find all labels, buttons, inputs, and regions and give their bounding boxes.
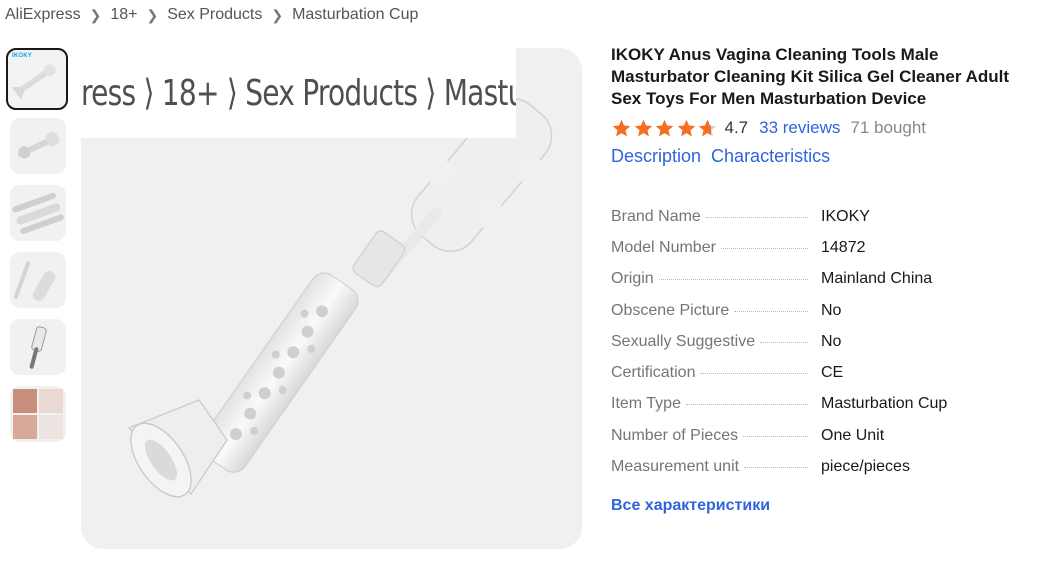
- spec-value: One Unit: [821, 426, 885, 444]
- thumbnail-gallery: IKOKY: [6, 48, 70, 453]
- dotted-leader: [743, 435, 808, 437]
- bought-count: 71 bought: [850, 118, 927, 137]
- spec-label: Brand Name: [611, 207, 701, 225]
- spec-row: Sexually Suggestive No: [611, 326, 1041, 357]
- product-title: IKOKY Anus Vagina Cleaning Tools Male Ma…: [611, 45, 1009, 108]
- reviews-link[interactable]: 33 reviews: [759, 118, 840, 138]
- thumbnail-5[interactable]: [10, 319, 66, 375]
- tab-characteristics[interactable]: Characteristics: [711, 146, 830, 167]
- spec-label: Model Number: [611, 238, 716, 256]
- star-icon: [655, 119, 674, 136]
- rating-row: 4.7 33 reviews 71 bought: [611, 117, 1041, 139]
- dotted-leader: [705, 216, 808, 218]
- spec-label: Number of Pieces: [611, 426, 739, 444]
- spec-label-cell: Origin: [611, 270, 817, 288]
- spec-label-cell: Obscene Picture: [611, 302, 817, 320]
- specs-table: Brand Name IKOKY Model Number 14872 Origin Ma…: [611, 201, 1041, 483]
- spec-value: Masturbation Cup: [821, 395, 948, 413]
- spec-value: 14872: [821, 238, 866, 256]
- dotted-leader: [734, 310, 808, 312]
- spec-row: Certification CE: [611, 357, 1041, 388]
- spec-label-cell: Measurement unit: [611, 458, 817, 476]
- dotted-leader: [720, 247, 808, 249]
- star-icon: [612, 119, 631, 136]
- spec-row: Obscene Picture No: [611, 295, 1041, 326]
- spec-value: No: [821, 332, 842, 350]
- spec-label: Sexually Suggestive: [611, 332, 756, 350]
- star-icon: [677, 119, 695, 136]
- product-tabs: Description Characteristics: [611, 146, 1041, 167]
- breadcrumb-aliexpress[interactable]: AliExpress: [5, 6, 81, 24]
- dotted-leader: [658, 279, 808, 281]
- rating-stars: [611, 118, 719, 139]
- breadcrumb-masturbation-cup[interactable]: Masturbation Cup: [292, 6, 418, 24]
- dotted-leader: [744, 467, 808, 469]
- tab-description[interactable]: Description: [611, 146, 701, 167]
- thumbnail-1[interactable]: IKOKY: [6, 48, 68, 110]
- spec-label: Obscene Picture: [611, 301, 730, 319]
- thumbnail-3[interactable]: [10, 185, 66, 241]
- breadcrumb: AliExpress ❯ 18+ ❯ Sex Products ❯ Mastur…: [5, 5, 418, 25]
- spec-value: IKOKY: [821, 207, 870, 225]
- spec-row: Brand Name IKOKY: [611, 201, 1041, 232]
- dotted-leader: [685, 404, 808, 406]
- spec-label: Item Type: [611, 395, 681, 413]
- spec-label-cell: Item Type: [611, 395, 817, 413]
- main-product-image[interactable]: ress ⟩ 18+ ⟩ Sex Products ⟩ Masturbation…: [81, 48, 582, 549]
- spec-row: Measurement unit piece/pieces: [611, 451, 1041, 482]
- thumbnail-2[interactable]: [10, 118, 66, 174]
- spec-label-cell: Certification: [611, 364, 817, 382]
- breadcrumb-sex-products[interactable]: Sex Products: [167, 6, 262, 24]
- spec-label: Certification: [611, 364, 696, 382]
- spec-value: No: [821, 301, 842, 319]
- spec-row: Origin Mainland China: [611, 264, 1041, 295]
- image-overlay-text: ress ⟩ 18+ ⟩ Sex Products ⟩ Masturbation…: [81, 48, 516, 138]
- spec-value: Mainland China: [821, 270, 933, 288]
- thumbnail-4[interactable]: [10, 252, 66, 308]
- spec-row: Number of Pieces One Unit: [611, 420, 1041, 451]
- breadcrumb-18plus[interactable]: 18+: [110, 6, 137, 24]
- spec-value: piece/pieces: [821, 458, 910, 476]
- spec-row: Item Type Masturbation Cup: [611, 389, 1041, 420]
- star-icon: [634, 119, 652, 136]
- spec-label-cell: Sexually Suggestive: [611, 333, 817, 351]
- chevron-right-icon: ❯: [146, 6, 159, 23]
- all-characteristics-link[interactable]: Все характеристики: [611, 497, 1041, 515]
- spec-label-cell: Model Number: [611, 239, 817, 257]
- spec-row: Model Number 14872: [611, 232, 1041, 263]
- spec-label: Measurement unit: [611, 458, 740, 476]
- chevron-right-icon: ❯: [271, 6, 284, 23]
- thumbnail-6[interactable]: [10, 386, 66, 442]
- rating-value: 4.7: [724, 118, 749, 137]
- spec-value: CE: [821, 364, 844, 382]
- spec-label: Origin: [611, 270, 654, 288]
- chevron-right-icon: ❯: [89, 6, 102, 23]
- dotted-leader: [760, 341, 808, 343]
- spec-label-cell: Number of Pieces: [611, 427, 817, 445]
- spec-label-cell: Brand Name: [611, 208, 817, 226]
- dotted-leader: [700, 373, 808, 375]
- star-icon: [698, 119, 717, 136]
- product-info: IKOKY Anus Vagina Cleaning Tools Male Ma…: [611, 44, 1041, 515]
